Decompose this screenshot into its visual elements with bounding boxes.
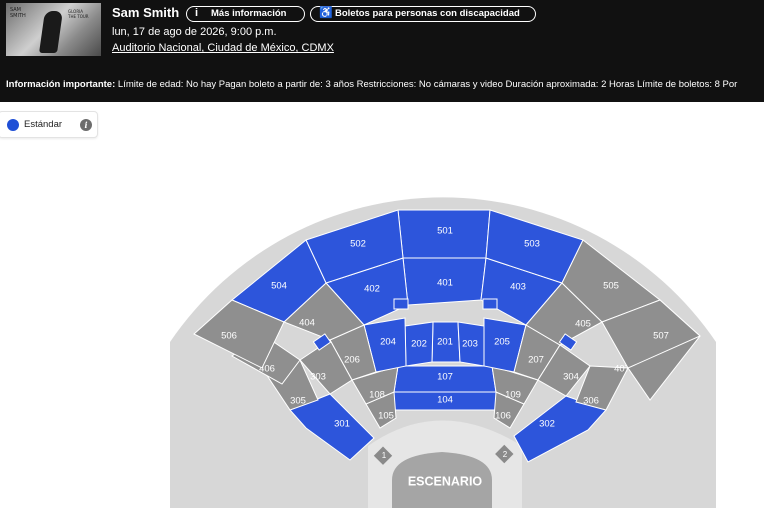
section-203-shape[interactable] [457, 321, 485, 367]
section-201[interactable]: 201 [431, 321, 461, 363]
section-107[interactable]: 107 [393, 365, 497, 393]
gate-2-label: 2 [503, 450, 508, 459]
section-501[interactable]: 501 [397, 209, 491, 259]
section-104-shape[interactable] [385, 391, 503, 411]
section-202[interactable]: 202 [404, 321, 434, 367]
section-201-shape[interactable] [431, 321, 461, 363]
stage-label: ESCENARIO [408, 474, 483, 488]
section-401-shape[interactable] [402, 257, 487, 306]
section-203[interactable]: 203 [457, 321, 485, 367]
box-section-2[interactable] [393, 298, 409, 310]
box-section-3[interactable] [482, 298, 498, 310]
section-401[interactable]: 401 [402, 257, 487, 306]
section-501-shape[interactable] [397, 209, 491, 259]
gate-1-label: 1 [382, 451, 387, 460]
seat-map: ESCENARIO 1 2 104105 106107108 109201202 20… [170, 197, 716, 508]
section-107-shape[interactable] [393, 365, 497, 393]
section-202-shape[interactable] [404, 321, 434, 367]
section-104[interactable]: 104 [385, 391, 503, 411]
